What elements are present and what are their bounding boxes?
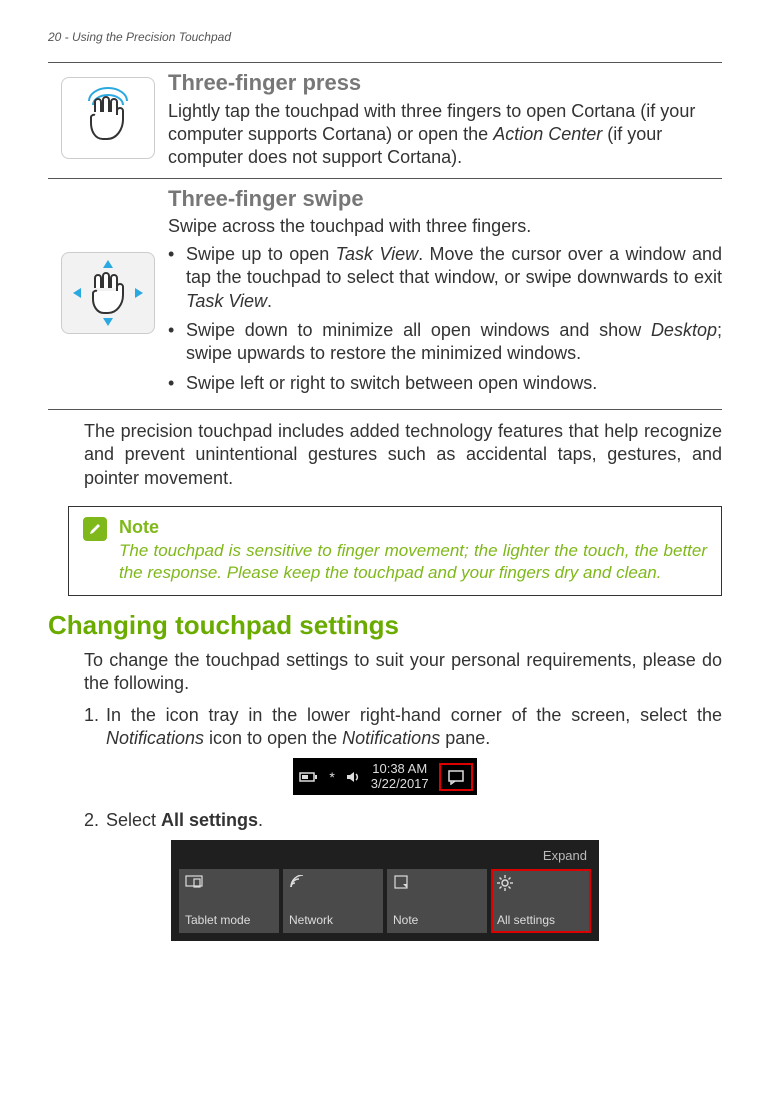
gear-icon	[497, 875, 513, 894]
three-finger-swipe-icon	[61, 252, 155, 334]
note-body: The touchpad is sensitive to finger move…	[119, 540, 707, 583]
gesture-press-title: Three-finger press	[168, 69, 722, 98]
tile-all-settings[interactable]: All settings	[491, 869, 591, 933]
network-icon	[289, 875, 307, 892]
note-icon	[393, 875, 409, 892]
gesture-press-text: Three-finger press Lightly tap the touch…	[168, 69, 722, 170]
body-paragraph: The precision touchpad includes added te…	[84, 420, 722, 490]
tile-label: Note	[393, 913, 418, 927]
tile-note[interactable]: Note	[387, 869, 487, 933]
gesture-press-row: Three-finger press Lightly tap the touch…	[48, 63, 722, 178]
section-heading: Changing touchpad settings	[48, 610, 722, 641]
gesture-swipe-bullets: •Swipe up to open Task View. Move the cu…	[168, 243, 722, 395]
tile-label: Tablet mode	[185, 913, 250, 927]
gesture-swipe-title: Three-finger swipe	[168, 185, 722, 214]
tablet-mode-icon	[185, 875, 203, 892]
gesture-swipe-icon-wrap	[48, 252, 168, 334]
star-icon: *	[329, 769, 334, 785]
note-box: Note The touchpad is sensitive to finger…	[68, 506, 722, 596]
tile-label: Network	[289, 913, 333, 927]
action-center: Expand Tablet mode Network Note	[171, 840, 599, 941]
systray-time: 10:38 AM3/22/2017	[371, 762, 429, 791]
gesture-swipe-text: Three-finger swipe Swipe across the touc…	[168, 185, 722, 401]
expand-link[interactable]: Expand	[179, 848, 587, 863]
step-1-number: 1.	[84, 704, 106, 751]
three-finger-press-icon	[61, 77, 155, 159]
tile-tablet-mode[interactable]: Tablet mode	[179, 869, 279, 933]
list-item: •Swipe up to open Task View. Move the cu…	[168, 243, 722, 313]
separator	[48, 409, 722, 410]
tile-label: All settings	[497, 913, 555, 927]
section-intro: To change the touchpad settings to suit …	[84, 649, 722, 696]
gesture-swipe-row: Three-finger swipe Swipe across the touc…	[48, 179, 722, 409]
step-2: 2. Select All settings.	[84, 809, 722, 832]
gesture-swipe-intro: Swipe across the touchpad with three fin…	[168, 215, 722, 238]
figure-action-center: Expand Tablet mode Network Note	[48, 840, 722, 941]
note-title: Note	[119, 517, 707, 538]
page-header: 20 - Using the Precision Touchpad	[48, 30, 722, 44]
list-item: •Swipe left or right to switch between o…	[168, 372, 722, 395]
battery-icon	[299, 770, 319, 784]
figure-systray: * 10:38 AM3/22/2017	[48, 758, 722, 795]
tile-network[interactable]: Network	[283, 869, 383, 933]
note-pencil-icon	[83, 517, 107, 541]
systray: * 10:38 AM3/22/2017	[293, 758, 476, 795]
speaker-icon	[345, 770, 361, 784]
gesture-press-body: Lightly tap the touchpad with three fing…	[168, 100, 722, 170]
gesture-press-icon-wrap	[48, 69, 168, 159]
notifications-icon[interactable]	[439, 763, 473, 791]
list-item: •Swipe down to minimize all open windows…	[168, 319, 722, 366]
step-1: 1. In the icon tray in the lower right-h…	[84, 704, 722, 751]
step-2-number: 2.	[84, 809, 106, 832]
